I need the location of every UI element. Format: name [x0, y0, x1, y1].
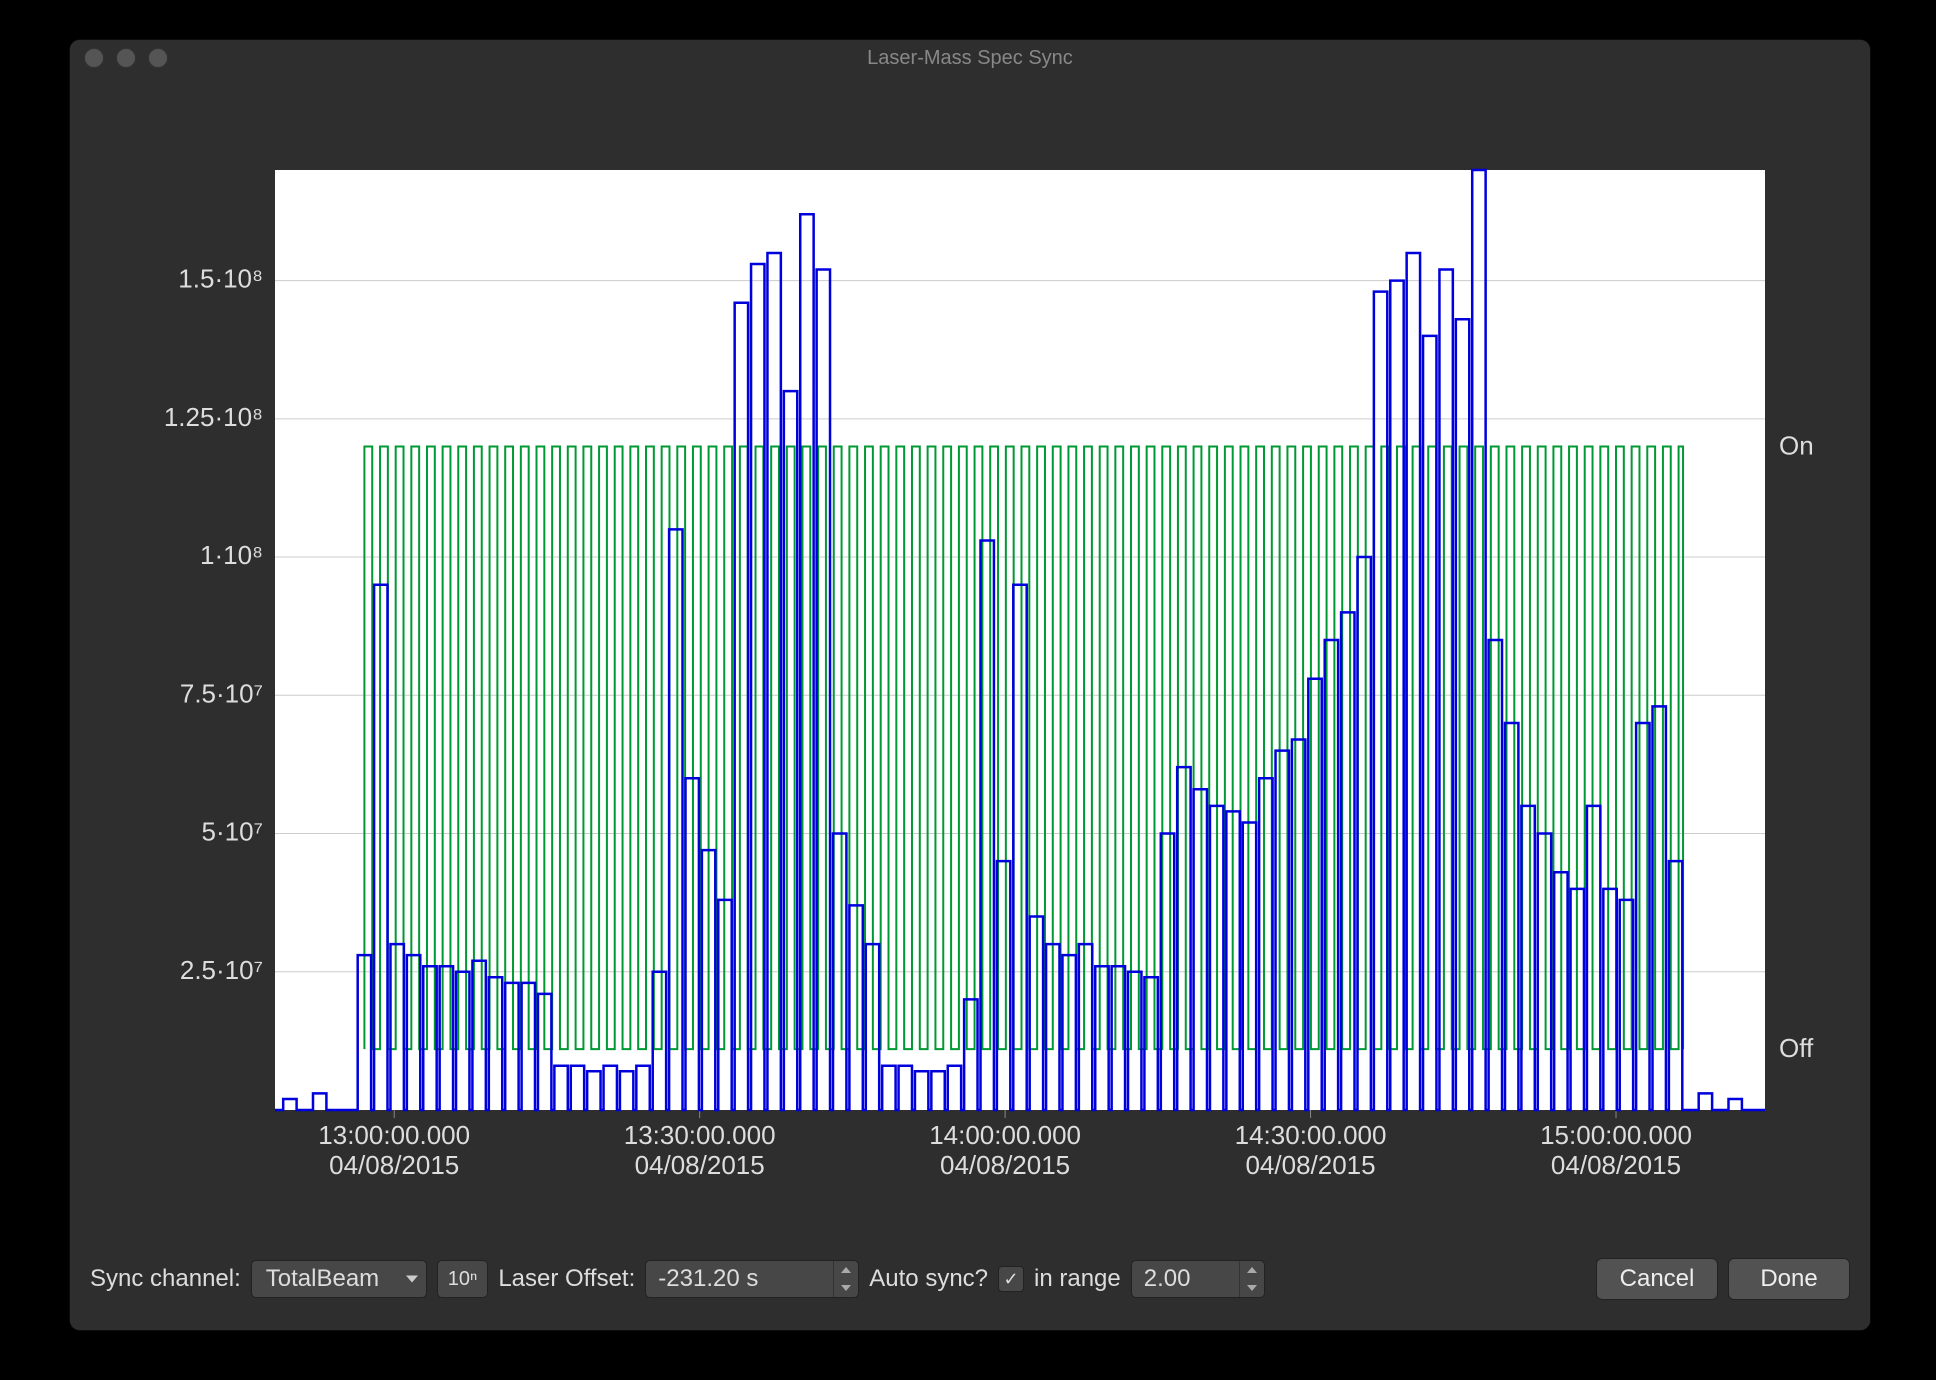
auto-sync-checkbox[interactable]: ✓ [998, 1266, 1024, 1292]
in-range-value: 2.00 [1144, 1265, 1191, 1293]
in-range-input[interactable]: 2.00 [1131, 1260, 1265, 1298]
svg-text:15:00:00.000: 15:00:00.000 [1540, 1120, 1692, 1150]
sync-channel-value: TotalBeam [266, 1265, 379, 1293]
titlebar: Laser-Mass Spec Sync [70, 40, 1870, 76]
sync-channel-select[interactable]: TotalBeam [251, 1260, 427, 1298]
cancel-button[interactable]: Cancel [1596, 1258, 1718, 1300]
svg-text:7.5·10⁷: 7.5·10⁷ [180, 678, 263, 708]
svg-text:Off: Off [1779, 1033, 1814, 1063]
auto-sync-label: Auto sync? [869, 1265, 988, 1293]
done-button[interactable]: Done [1728, 1258, 1850, 1300]
svg-text:1.5·10⁸: 1.5·10⁸ [178, 264, 263, 294]
chevron-down-icon [406, 1276, 418, 1283]
svg-text:1·10⁸: 1·10⁸ [200, 540, 263, 570]
svg-text:04/08/2015: 04/08/2015 [1551, 1150, 1681, 1180]
svg-text:13:00:00.000: 13:00:00.000 [318, 1120, 470, 1150]
laser-offset-label: Laser Offset: [498, 1265, 635, 1293]
laser-offset-input[interactable]: -231.20 s [645, 1260, 859, 1298]
svg-text:04/08/2015: 04/08/2015 [635, 1150, 765, 1180]
svg-text:04/08/2015: 04/08/2015 [1245, 1150, 1375, 1180]
svg-text:On: On [1779, 430, 1814, 460]
svg-text:5·10⁷: 5·10⁷ [202, 817, 263, 847]
sync-channel-label: Sync channel: [90, 1265, 241, 1293]
svg-text:13:30:00.000: 13:30:00.000 [624, 1120, 776, 1150]
bottom-toolbar: Sync channel: TotalBeam 10ⁿ Laser Offset… [90, 1258, 1850, 1300]
laser-offset-value: -231.20 s [658, 1265, 758, 1293]
in-range-label: in range [1034, 1265, 1121, 1293]
svg-text:04/08/2015: 04/08/2015 [329, 1150, 459, 1180]
dialog-window: Laser-Mass Spec Sync 2.5·10⁷ 5·10⁷ 7.5·10⁷… [70, 40, 1870, 1330]
log-scale-button[interactable]: 10ⁿ [437, 1260, 489, 1298]
svg-text:14:30:00.000: 14:30:00.000 [1235, 1120, 1387, 1150]
window-title: Laser-Mass Spec Sync [70, 47, 1870, 70]
stepper-icon[interactable] [1239, 1261, 1264, 1297]
chart-canvas: 2.5·10⁷ 5·10⁷ 7.5·10⁷ 1·10⁸ 1.25·10⁸ 1.5·10⁸ 1… [155, 110, 1855, 1200]
svg-text:04/08/2015: 04/08/2015 [940, 1150, 1070, 1180]
svg-text:2.5·10⁷: 2.5·10⁷ [180, 955, 263, 985]
svg-text:14:00:00.000: 14:00:00.000 [929, 1120, 1081, 1150]
sync-chart[interactable]: 2.5·10⁷ 5·10⁷ 7.5·10⁷ 1·10⁸ 1.25·10⁸ 1.5·10⁸ 1… [155, 110, 1855, 1200]
stepper-icon[interactable] [833, 1261, 858, 1297]
svg-text:1.25·10⁸: 1.25·10⁸ [164, 402, 263, 432]
